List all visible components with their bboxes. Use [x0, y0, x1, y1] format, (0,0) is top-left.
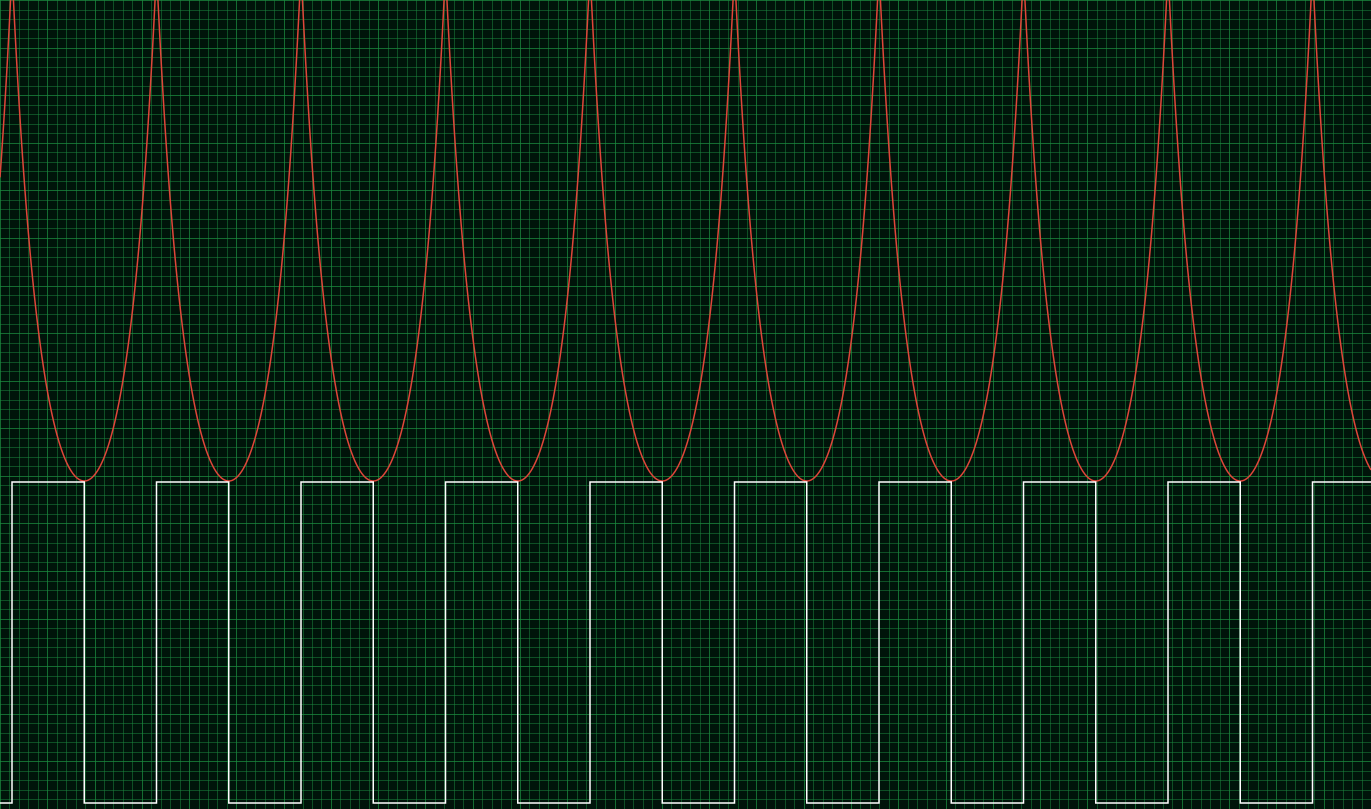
plot-background [0, 0, 1371, 809]
oscilloscope-display [0, 0, 1371, 809]
